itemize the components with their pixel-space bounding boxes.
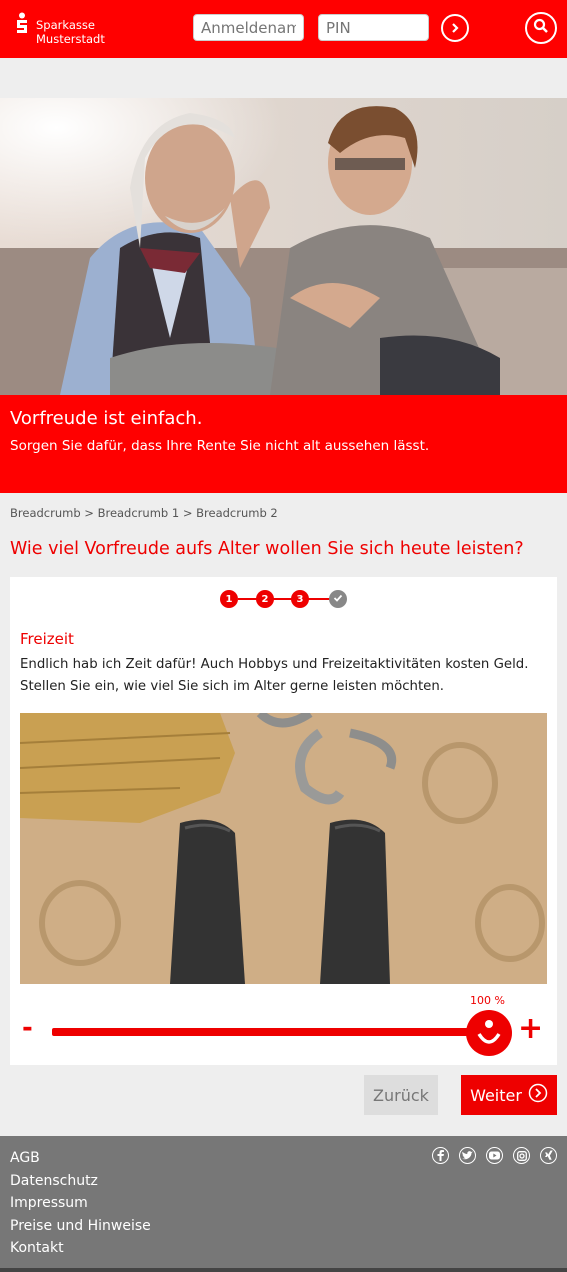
section-description: Endlich hab ich Zeit dafür! Auch Hobbys … <box>20 657 529 694</box>
youtube-icon[interactable] <box>486 1147 503 1164</box>
check-icon <box>333 593 343 606</box>
footer-link-datenschutz[interactable]: Datenschutz <box>10 1170 151 1193</box>
hero-title: Vorfreude ist einfach. <box>10 408 203 429</box>
breadcrumb[interactable]: Breadcrumb > Breadcrumb 1 > Breadcrumb 2 <box>10 506 278 520</box>
sparkasse-s-logo-icon <box>14 12 30 37</box>
username-input[interactable] <box>193 14 304 41</box>
step-3[interactable]: 3 <box>291 590 309 608</box>
slider-handle[interactable] <box>466 1010 512 1056</box>
facebook-icon[interactable] <box>432 1147 449 1164</box>
page-title: Wie viel Vorfreude aufs Alter wollen Sie… <box>10 539 524 559</box>
instagram-icon[interactable] <box>513 1147 530 1164</box>
back-button[interactable]: Zurück <box>364 1075 438 1115</box>
hero-subtitle: Sorgen Sie dafür, dass Ihre Rente Sie ni… <box>10 438 430 454</box>
slider-value-label: 100 % <box>470 994 505 1007</box>
person-icon <box>466 1020 512 1060</box>
next-button[interactable]: Weiter <box>461 1075 557 1115</box>
twitter-icon[interactable] <box>459 1147 476 1164</box>
pin-input[interactable] <box>318 14 429 41</box>
footer-link-impressum[interactable]: Impressum <box>10 1192 151 1215</box>
leisure-image <box>20 713 547 984</box>
step-1[interactable]: 1 <box>220 590 238 608</box>
decrease-button[interactable]: - <box>22 1015 33 1041</box>
stepper-line <box>238 598 338 600</box>
footer-bottom-bar <box>0 1268 567 1272</box>
next-button-label: Weiter <box>470 1085 522 1105</box>
step-2[interactable]: 2 <box>256 590 274 608</box>
footer-links: AGB Datenschutz Impressum Preise und Hin… <box>10 1147 151 1260</box>
brand-name: Sparkasse Musterstadt <box>36 12 105 46</box>
chevron-right-circle-icon <box>528 1083 548 1107</box>
footer-link-preise[interactable]: Preise und Hinweise <box>10 1215 151 1238</box>
login-submit-button[interactable] <box>441 14 469 42</box>
increase-button[interactable]: + <box>518 1014 543 1044</box>
footer-link-agb[interactable]: AGB <box>10 1147 151 1170</box>
slider-track[interactable] <box>52 1028 492 1036</box>
hero-image <box>0 98 567 395</box>
section-title: Freizeit <box>20 630 74 648</box>
brand-line2: Musterstadt <box>36 32 105 46</box>
search-button[interactable] <box>525 12 557 44</box>
brand-logo[interactable]: Sparkasse Musterstadt <box>14 12 105 46</box>
step-done[interactable] <box>329 590 347 608</box>
brand-line1: Sparkasse <box>36 18 95 32</box>
header: Sparkasse Musterstadt <box>0 0 567 58</box>
chevron-right-icon <box>449 19 461 38</box>
search-icon <box>533 18 549 38</box>
footer-link-kontakt[interactable]: Kontakt <box>10 1237 151 1260</box>
xing-icon[interactable] <box>540 1147 557 1164</box>
